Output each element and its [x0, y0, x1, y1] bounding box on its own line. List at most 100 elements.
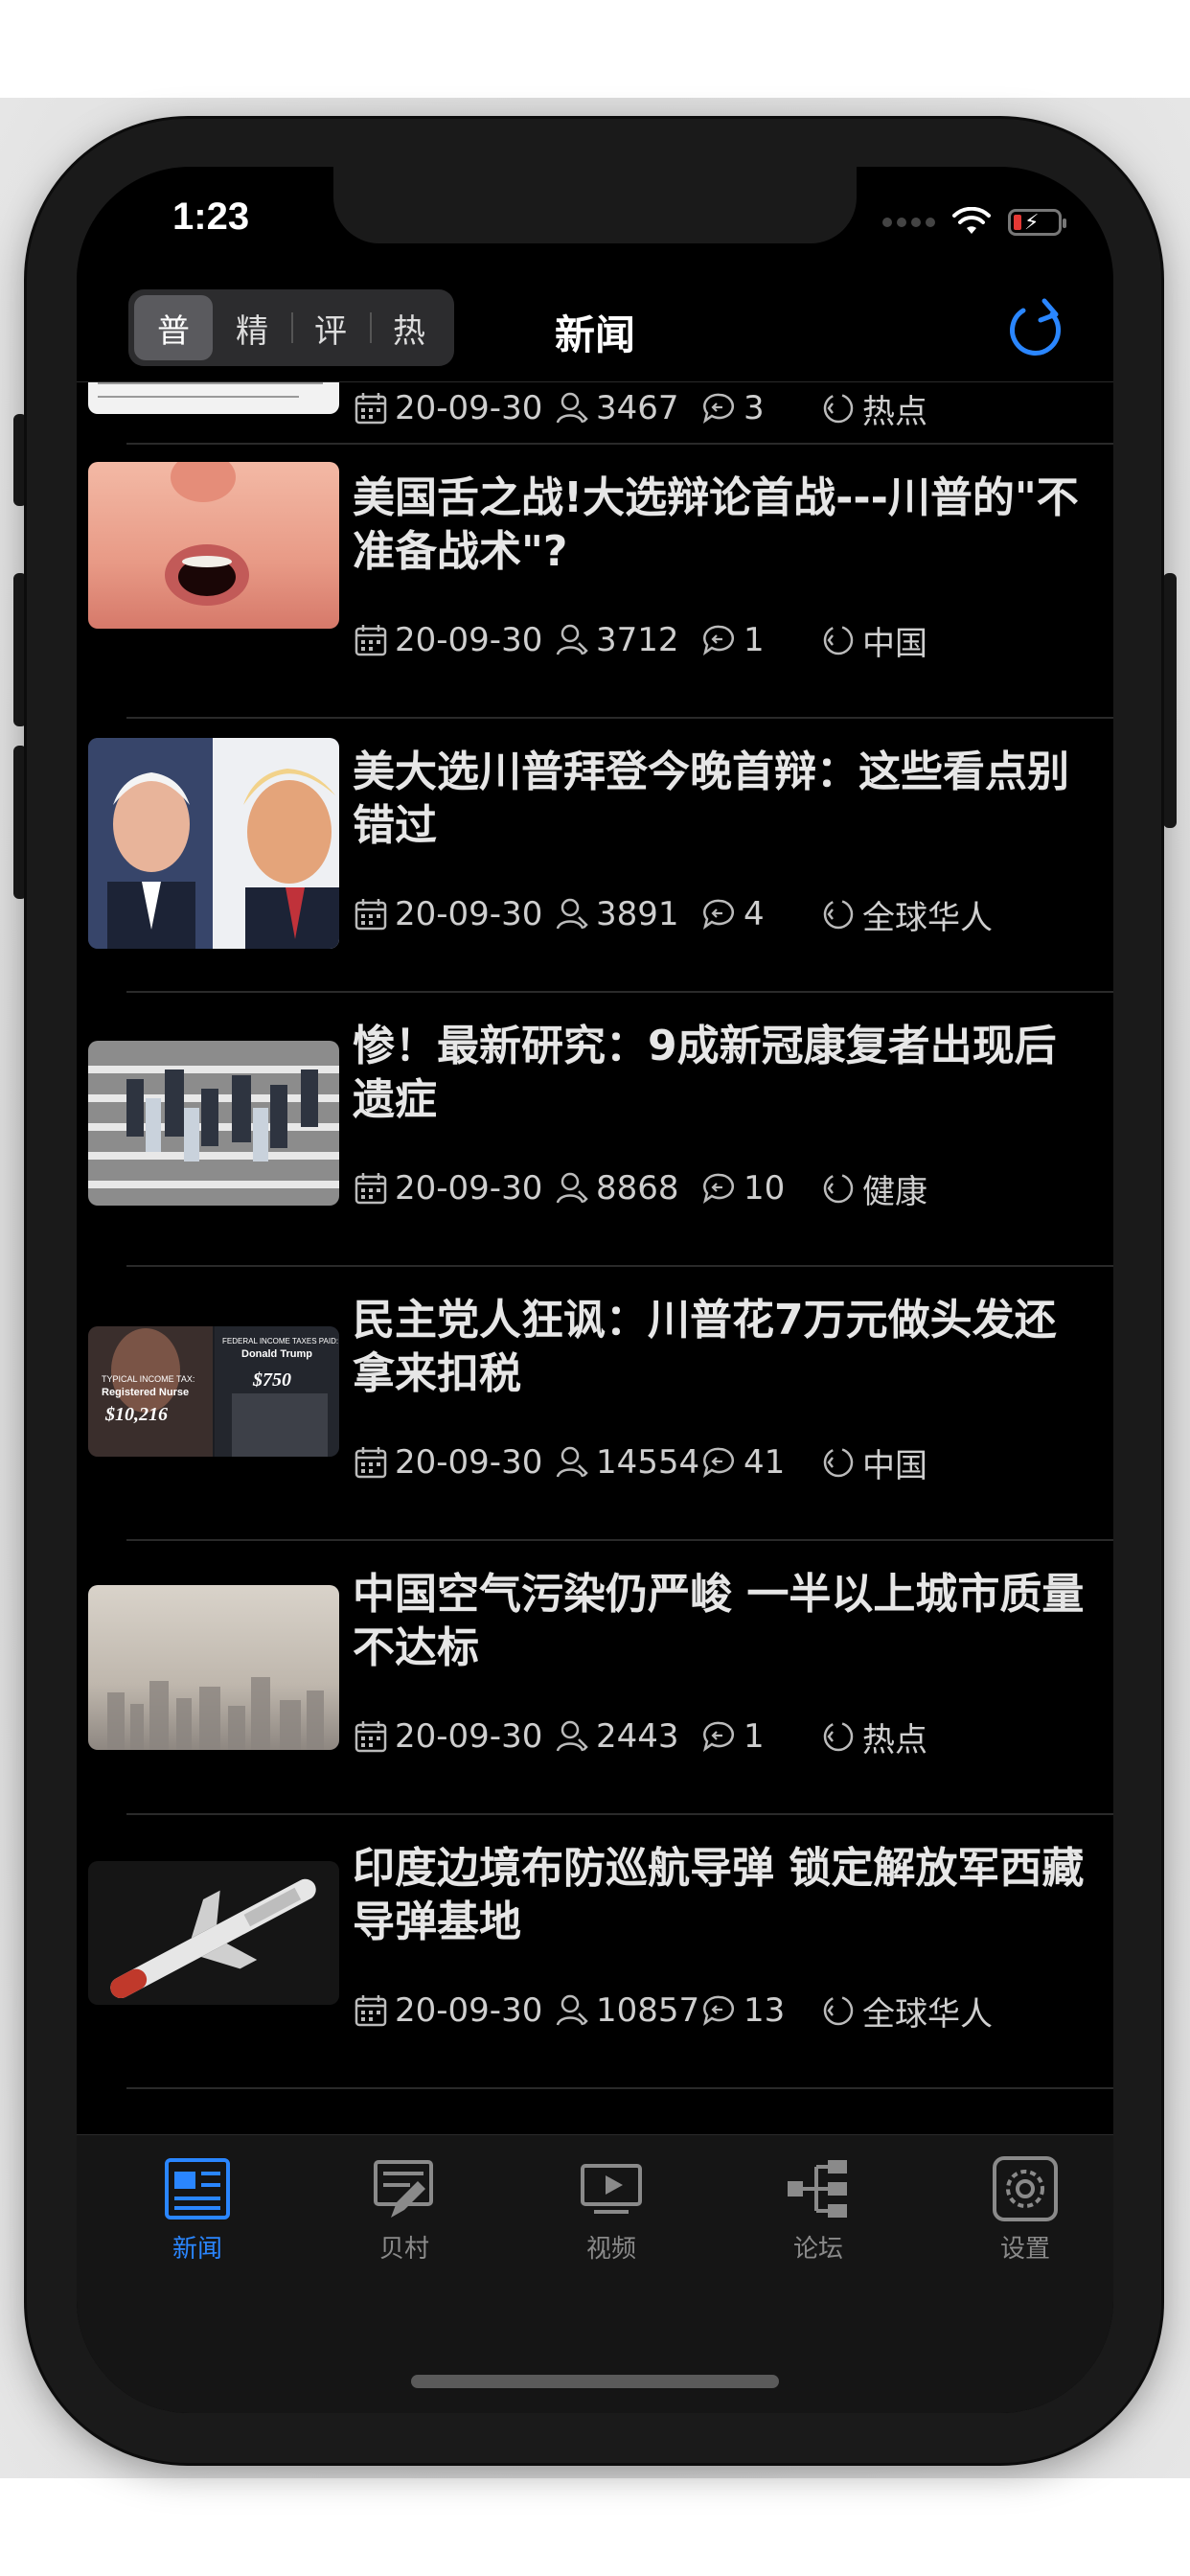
- tab-bar: 新闻 贝村 视频 论坛 设置: [77, 2134, 1113, 2413]
- article-meta: 20-09-30 3712 1 中国: [353, 619, 927, 663]
- article-comments: 4: [744, 895, 765, 933]
- article-date: 20-09-30: [395, 621, 543, 659]
- screen: 1:23 ⚡ 普 精 评 热 新闻 20-09-30 3467 3 热点 美国舌…: [77, 167, 1113, 2413]
- article-date: 20-09-30: [395, 1169, 543, 1208]
- calendar-icon: [355, 1995, 387, 2027]
- category-icon: [823, 1995, 854, 2026]
- article-comments: 13: [744, 1991, 786, 2030]
- news-item[interactable]: ... 20-09-30 3467 3 热点: [77, 381, 1113, 445]
- news-item[interactable]: 中国空气污染仍严峻 一半以上城市质量不达标 20-09-30 2443 1 热点: [77, 1541, 1113, 1815]
- article-category: 健康: [862, 1172, 927, 1211]
- article-thumbnail: TYPICAL INCOME TAX: Registered Nurse $10…: [88, 1326, 339, 1457]
- comment-icon: [702, 625, 734, 656]
- article-thumbnail: [88, 462, 339, 629]
- tab-forum-label: 论坛: [792, 2235, 843, 2264]
- power-button: [1163, 573, 1177, 828]
- tab-news-label: 新闻: [172, 2235, 222, 2264]
- calendar-icon: [355, 625, 387, 656]
- article-category: 中国: [862, 624, 927, 663]
- article-category: 热点: [862, 1720, 927, 1760]
- user-icon: [556, 1446, 588, 1478]
- tab-beicun-label: 贝村: [378, 2235, 429, 2264]
- article-title: 惨！最新研究：9成新冠康复者出现后遗症: [353, 1022, 1057, 1124]
- user-icon: [556, 1720, 588, 1752]
- news-item[interactable]: 美大选川普拜登今晚首辩：这些看点别错过 20-09-30 3891 4 全球华人: [77, 719, 1113, 993]
- mute-switch: [13, 414, 27, 506]
- news-list[interactable]: ... 20-09-30 3467 3 热点 美国舌之战!大选辩论首战---川普…: [77, 381, 1113, 2135]
- article-date: 20-09-30: [395, 1443, 543, 1482]
- news-item[interactable]: 惨！最新研究：9成新冠康复者出现后遗症 20-09-30 8868 10 健康: [77, 993, 1113, 1267]
- forum-tree-icon: [788, 2160, 847, 2218]
- tab-video-label: 视频: [585, 2235, 636, 2264]
- trump-card-sub: Donald Trump: [241, 1348, 312, 1360]
- calendar-icon: [355, 899, 387, 931]
- category-icon: [823, 1173, 854, 1204]
- article-title: 美大选川普拜登今晚首辩：这些看点别错过: [353, 748, 1069, 850]
- article-thumbnail: [88, 738, 339, 949]
- edit-board-icon: [374, 2160, 433, 2218]
- article-title: 中国空气污染仍严峻 一半以上城市质量不达标: [353, 1570, 1085, 1672]
- tab-video[interactable]: 视频: [554, 2154, 669, 2265]
- comment-icon: [702, 1173, 734, 1204]
- battery-icon: ⚡: [1008, 209, 1066, 236]
- gear-icon: [993, 2156, 1058, 2221]
- home-indicator[interactable]: [411, 2375, 779, 2388]
- article-category: 热点: [862, 392, 927, 431]
- news-item[interactable]: 美国舌之战!大选辩论首战---川普的"不准备战术"? 20-09-30 3712…: [77, 445, 1113, 719]
- status-time: 1:23: [172, 196, 250, 238]
- article-meta: 20-09-30 3467 3 热点: [353, 387, 927, 431]
- comment-icon: [702, 393, 734, 424]
- segment-normal[interactable]: 普: [134, 295, 213, 360]
- article-category: 全球华人: [862, 1994, 993, 2034]
- news-item[interactable]: 印度边境布防巡航导弹 锁定解放军西藏导弹基地 20-09-30 10857 13…: [77, 1815, 1113, 2089]
- notch: [333, 167, 857, 243]
- tab-settings-label: 设置: [999, 2235, 1050, 2264]
- article-comments: 3: [744, 389, 765, 427]
- comment-icon: [702, 1447, 734, 1478]
- row-divider: [126, 2087, 1113, 2089]
- trump-card-title: FEDERAL INCOME TAXES PAID:: [222, 1337, 338, 1346]
- segment-hot[interactable]: 热: [370, 295, 448, 360]
- category-icon: [823, 393, 854, 424]
- article-title: 美国舌之战!大选辩论首战---川普的"不准备战术"?: [353, 473, 1079, 576]
- article-meta: 20-09-30 2443 1 热点: [353, 1715, 927, 1760]
- comment-icon: [702, 1995, 734, 2026]
- article-comments: 1: [744, 621, 765, 659]
- nurse-card-sub: Registered Nurse: [102, 1387, 189, 1398]
- user-icon: [556, 1172, 588, 1204]
- article-comments: 41: [744, 1443, 786, 1482]
- segment-comments[interactable]: 评: [291, 295, 370, 360]
- article-category: 全球华人: [862, 898, 993, 937]
- comment-icon: [702, 899, 734, 930]
- article-views: 3712: [596, 621, 679, 659]
- article-views: 2443: [596, 1717, 679, 1756]
- nurse-card-title: TYPICAL INCOME TAX:: [102, 1374, 195, 1384]
- calendar-icon: [355, 1721, 387, 1753]
- category-icon: [823, 899, 854, 930]
- article-meta: 20-09-30 14554 41 中国: [353, 1441, 927, 1485]
- article-meta: 20-09-30 10857 13 全球华人: [353, 1990, 993, 2034]
- article-views: 3467: [596, 389, 679, 427]
- volume-down-button: [13, 746, 27, 899]
- article-date: 20-09-30: [395, 895, 543, 933]
- wifi-icon: [952, 207, 991, 234]
- article-title: 民主党人狂讽：川普花7万元做头发还拿来扣税: [353, 1296, 1057, 1398]
- article-thumbnail: [88, 1861, 339, 2005]
- article-meta: 20-09-30 8868 10 健康: [353, 1167, 927, 1211]
- refresh-icon[interactable]: [1002, 295, 1071, 364]
- calendar-icon: [355, 1173, 387, 1205]
- video-icon: [581, 2164, 642, 2214]
- article-category: 中国: [862, 1446, 927, 1485]
- user-icon: [556, 1994, 588, 2026]
- nurse-card-value: $10,216: [104, 1404, 168, 1425]
- article-meta: 20-09-30 3891 4 全球华人: [353, 893, 993, 937]
- tab-settings[interactable]: 设置: [968, 2154, 1083, 2265]
- tab-news[interactable]: 新闻: [140, 2154, 255, 2265]
- navigation-bar: 普 精 评 热 新闻: [77, 280, 1113, 382]
- segment-featured[interactable]: 精: [213, 295, 291, 360]
- article-views: 14554: [596, 1443, 700, 1482]
- status-icons: ⚡: [882, 205, 1066, 240]
- tab-beicun[interactable]: 贝村: [347, 2154, 462, 2265]
- news-item[interactable]: TYPICAL INCOME TAX: Registered Nurse $10…: [77, 1267, 1113, 1541]
- tab-forum[interactable]: 论坛: [761, 2154, 876, 2265]
